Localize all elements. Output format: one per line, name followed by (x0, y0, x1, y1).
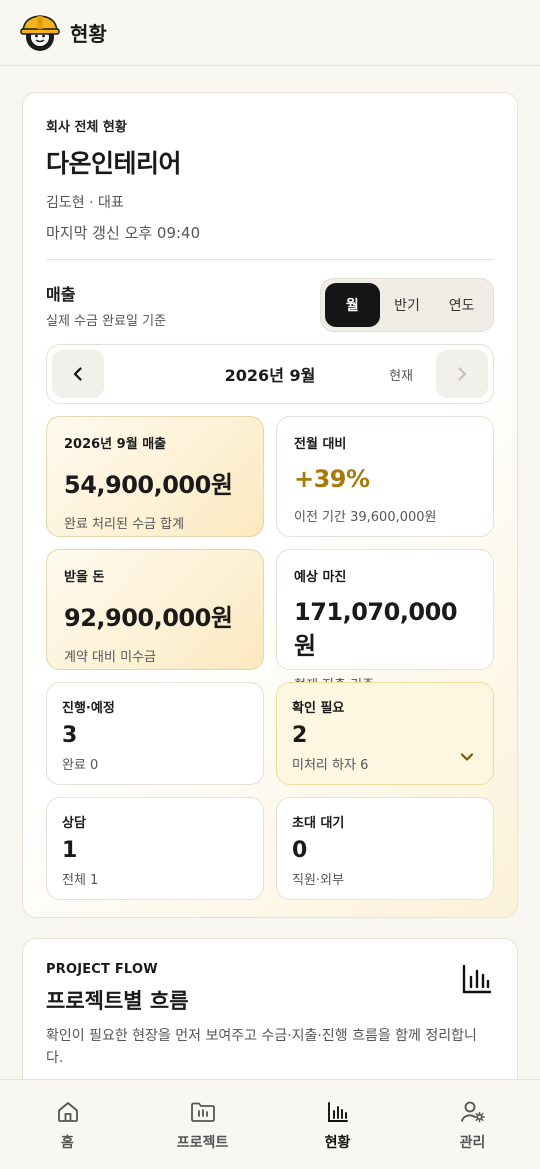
period-segmented-control: 월 반기 연도 (320, 278, 494, 332)
folder-icon (190, 1102, 215, 1122)
mini-value: 2 (292, 723, 308, 748)
mini-label: 상담 (62, 816, 86, 831)
bar-chart-icon (327, 1102, 348, 1122)
next-period-button[interactable] (436, 350, 488, 398)
mini-label: 초대 대기 (292, 816, 345, 831)
mini-value: 3 (62, 723, 78, 748)
flow-title: 프로젝트별 흐름 (46, 989, 189, 1013)
company-section-label: 회사 전체 현황 (46, 120, 127, 135)
stat-value: 54,900,000원 (64, 471, 233, 499)
period-navigator: 2026년 9월 현재 (46, 344, 494, 404)
stat-label: 2026년 9월 매출 (64, 437, 167, 452)
nav-home[interactable]: 홈 (0, 1100, 135, 1152)
stat-sub: 이전 기간 39,600,000원 (294, 510, 437, 525)
chevron-down-icon[interactable] (459, 749, 475, 765)
company-owner: 김도현 · 대표 (46, 195, 124, 211)
mini-sub: 직원·외부 (292, 873, 344, 888)
company-overview-card: 회사 전체 현황 다온인테리어 김도현 · 대표 마지막 갱신 오후 09:40… (22, 92, 518, 918)
mini-label: 진행·예정 (62, 701, 115, 716)
consultation-card[interactable]: 상담 1 전체 1 (46, 797, 264, 900)
nav-item-label: 홈 (61, 1135, 74, 1151)
app-header: 현황 (0, 0, 540, 66)
monthly-revenue-card: 2026년 9월 매출 54,900,000원 완료 처리된 수금 합계 (46, 416, 264, 537)
user-settings-icon (460, 1101, 485, 1123)
stat-label: 받을 돈 (64, 570, 105, 585)
chevron-right-icon (458, 367, 467, 381)
current-period-button[interactable]: 현재 (389, 365, 413, 384)
page-title: 현황 (70, 22, 107, 46)
stat-value: 171,070,000원 (294, 598, 458, 660)
nav-admin[interactable]: 관리 (405, 1100, 540, 1152)
stat-sub: 완료 처리된 수금 합계 (64, 517, 185, 532)
nav-item-label: 프로젝트 (176, 1135, 229, 1151)
bottom-navigation: 홈 프로젝트 현황 관리 (0, 1079, 540, 1169)
company-name: 다온인테리어 (46, 149, 182, 178)
revenue-title: 매출 (46, 285, 76, 304)
in-progress-card[interactable]: 진행·예정 3 완료 0 (46, 682, 264, 785)
mini-sub: 완료 0 (62, 758, 99, 773)
mini-sub: 미처리 하자 6 (292, 758, 369, 773)
stat-sub: 계약 대비 미수금 (64, 650, 156, 665)
stats-row-1: 2026년 9월 매출 54,900,000원 완료 처리된 수금 합계 전월 … (46, 416, 494, 537)
nav-projects[interactable]: 프로젝트 (135, 1100, 270, 1152)
mini-value: 0 (292, 838, 308, 863)
expected-margin-card: 예상 마진 171,070,000원 현재 지출 기준 (276, 549, 494, 693)
segment-half-year[interactable]: 반기 (380, 283, 435, 327)
stat-value: 92,900,000원 (64, 604, 233, 632)
receivables-card: 받을 돈 92,900,000원 계약 대비 미수금 (46, 549, 264, 670)
segment-year[interactable]: 연도 (434, 283, 489, 327)
home-icon (57, 1102, 78, 1122)
last-updated: 마지막 갱신 오후 09:40 (46, 224, 201, 242)
revenue-header: 매출 실제 수금 완료일 기준 월 반기 연도 (46, 278, 494, 332)
mini-value: 1 (62, 838, 78, 863)
stats-row-2: 받을 돈 92,900,000원 계약 대비 미수금 예상 마진 171,070… (46, 549, 494, 693)
previous-period-button[interactable] (52, 350, 104, 398)
stat-label: 전월 대비 (294, 437, 347, 452)
flow-eyebrow: PROJECT FLOW (46, 962, 158, 977)
nav-status[interactable]: 현황 (270, 1100, 405, 1152)
stat-label: 예상 마진 (294, 570, 347, 585)
current-period-label: 2026년 9월 (224, 366, 316, 385)
bar-chart-icon (462, 964, 492, 994)
chevron-left-icon (73, 367, 82, 381)
stat-value: +39% (294, 465, 370, 493)
mini-sub: 전체 1 (62, 873, 99, 888)
revenue-subtitle: 실제 수금 완료일 기준 (46, 314, 167, 329)
flow-description: 확인이 필요한 현장을 먼저 보여주고 수금·지출·진행 흐름을 함께 정리합니… (46, 1028, 477, 1067)
worker-helmet-logo-icon (20, 14, 60, 51)
mini-label: 확인 필요 (292, 701, 345, 716)
nav-item-label: 현황 (324, 1135, 351, 1151)
segment-month[interactable]: 월 (325, 283, 380, 327)
pending-invites-card[interactable]: 초대 대기 0 직원·외부 (276, 797, 494, 900)
status-row-2: 상담 1 전체 1 초대 대기 0 직원·외부 (46, 797, 494, 900)
revenue-title-group: 매출 실제 수금 완료일 기준 (46, 281, 166, 329)
nav-item-label: 관리 (459, 1135, 486, 1151)
divider (46, 259, 494, 260)
month-over-month-card: 전월 대비 +39% 이전 기간 39,600,000원 (276, 416, 494, 537)
status-row-1: 진행·예정 3 완료 0 확인 필요 2 미처리 하자 6 (46, 682, 494, 785)
needs-review-card[interactable]: 확인 필요 2 미처리 하자 6 (276, 682, 494, 785)
